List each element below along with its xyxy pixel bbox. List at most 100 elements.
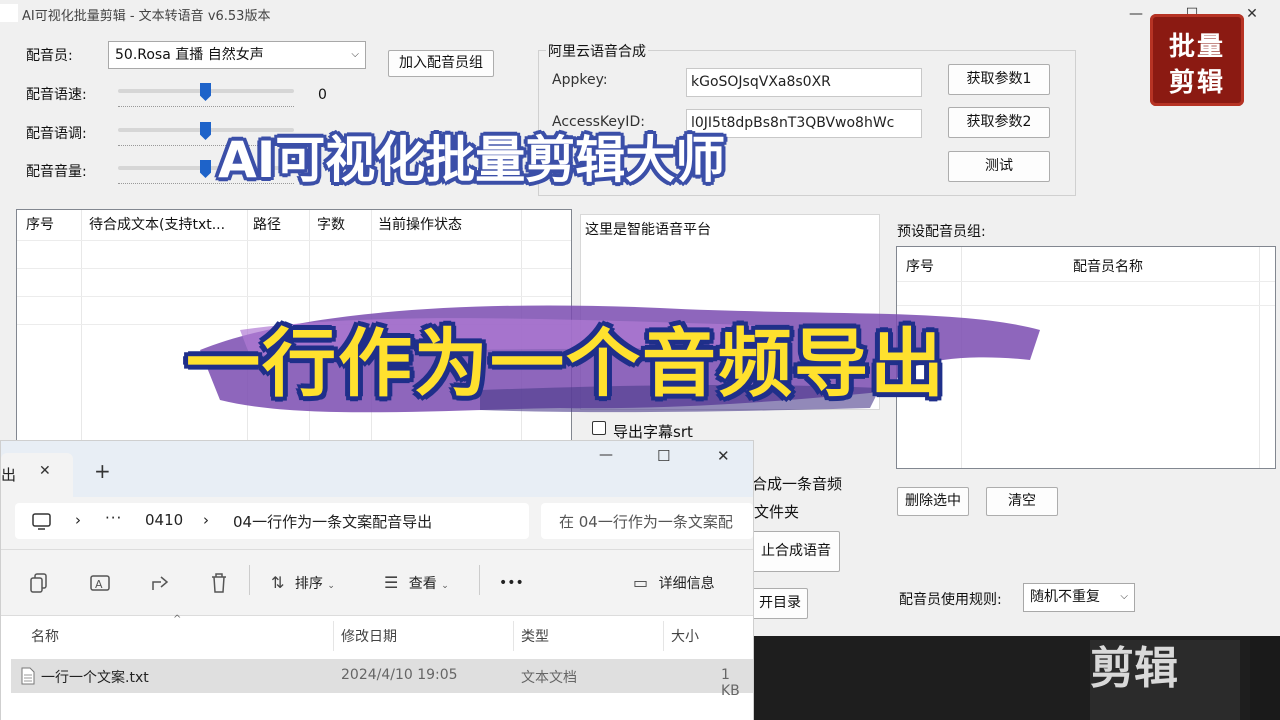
rule-label: 配音员使用规则: <box>899 592 1002 608</box>
toolbar-separator <box>479 565 480 595</box>
delete-icon[interactable] <box>209 572 229 599</box>
col-size[interactable]: 大小 <box>671 626 699 646</box>
preset-col-index[interactable]: 序号 <box>906 256 934 276</box>
get-param1-button[interactable]: 获取参数1 <box>948 64 1050 95</box>
copy-icon[interactable] <box>29 572 49 599</box>
desktop-background-panel: 剪辑 <box>1090 640 1240 720</box>
file-name: 一行一个文案.txt <box>41 670 149 686</box>
volume-label: 配音音量: <box>26 164 87 180</box>
add-voice-group-button[interactable]: 加入配音员组 <box>388 50 494 77</box>
toolbar-divider <box>1 549 753 550</box>
rename-icon[interactable]: A <box>89 572 111 599</box>
details-pane-icon: ▭ <box>633 573 649 592</box>
more-path-icon[interactable]: ··· <box>105 509 122 527</box>
pitch-slider-thumb[interactable] <box>200 122 211 140</box>
file-type: 文本文档 <box>521 670 577 686</box>
grid-line <box>17 240 571 241</box>
merge-one-label: 合成一条音频 <box>752 475 843 493</box>
toolbar-separator <box>249 565 250 595</box>
appkey-label: Appkey: <box>552 72 608 88</box>
voice-select-value: 50.Rosa 直播 自然女声 <box>115 47 264 63</box>
aliyun-group-title: 阿里云语音合成 <box>546 41 648 61</box>
breadcrumb-0410[interactable]: 0410 <box>145 511 183 529</box>
task-col-count[interactable]: 字数 <box>317 214 345 234</box>
task-col-text[interactable]: 待合成文本(支持txt... <box>89 214 225 234</box>
file-explorer-window: 出 ✕ + — ☐ ✕ › ··· 0410 › 04一行作为一条文案配音导出 … <box>0 440 754 720</box>
logo-line1: 批量 <box>1168 32 1225 62</box>
col-type[interactable]: 类型 <box>521 626 549 646</box>
col-divider[interactable] <box>513 621 514 651</box>
explorer-tab-label: 出 <box>1 466 17 484</box>
search-placeholder: 在 04一行作为一条文案配 <box>559 513 733 531</box>
window-title: AI可视化批量剪辑 - 文本转语音 v6.53版本 <box>22 9 271 24</box>
explorer-minimize-button[interactable]: — <box>599 447 613 463</box>
platform-text: 这里是智能语音平台 <box>585 222 711 238</box>
new-tab-button[interactable]: + <box>94 459 111 483</box>
overlay-title: AI可视化批量剪辑大师 <box>218 131 726 189</box>
file-row[interactable]: 一行一个文案.txt 2024/4/10 19:05 文本文档 1 KB <box>11 659 753 699</box>
background-text: 剪辑 <box>1090 643 1178 694</box>
delete-selected-button[interactable]: 删除选中 <box>897 487 969 516</box>
rule-select-value: 随机不重复 <box>1030 589 1100 605</box>
explorer-tab[interactable]: 出 ✕ <box>1 453 73 497</box>
computer-icon <box>32 513 51 530</box>
chevron-down-icon: ⌄ <box>441 581 449 591</box>
chevron-down-icon: ⌵ <box>351 49 359 60</box>
search-input[interactable]: 在 04一行作为一条文案配 <box>541 503 753 539</box>
sort-up-icon: ^ <box>173 614 182 625</box>
volume-slider-thumb[interactable] <box>200 160 211 178</box>
breadcrumb-current[interactable]: 04一行作为一条文案配音导出 <box>233 511 432 532</box>
task-col-index[interactable]: 序号 <box>26 214 54 234</box>
details-label: 详细信息 <box>658 576 715 592</box>
chevron-down-icon: ⌄ <box>327 581 335 591</box>
stop-synthesis-button[interactable]: 止合成语音 <box>740 531 840 572</box>
sort-button[interactable]: ⇅ 排序 ⌄ <box>271 573 335 593</box>
file-size: 1 KB <box>721 667 740 699</box>
sort-icon: ⇅ <box>271 573 285 592</box>
grid-line <box>81 210 82 468</box>
explorer-tab-strip <box>1 441 753 497</box>
rule-select[interactable]: 随机不重复 ⌵ <box>1023 583 1135 612</box>
col-divider[interactable] <box>663 621 664 651</box>
view-button[interactable]: ☰ 查看 ⌄ <box>384 573 449 593</box>
tab-close-icon[interactable]: ✕ <box>39 463 51 479</box>
grid-line <box>17 268 571 269</box>
appkey-input[interactable]: kGoSOJsqVXa8s0XR <box>686 68 922 97</box>
grid-line <box>897 281 1275 282</box>
speed-slider-ticks <box>118 104 294 107</box>
speed-slider-thumb[interactable] <box>200 83 211 101</box>
get-param2-button[interactable]: 获取参数2 <box>948 107 1050 138</box>
voice-label: 配音员: <box>26 48 73 64</box>
test-button[interactable]: 测试 <box>948 151 1050 182</box>
col-date[interactable]: 修改日期 <box>341 626 397 646</box>
speed-value: 0 <box>318 87 327 103</box>
preset-col-name[interactable]: 配音员名称 <box>1073 256 1143 276</box>
chevron-right-icon: › <box>75 511 81 529</box>
app-icon <box>0 4 18 22</box>
view-label: 查看 <box>408 576 437 592</box>
pitch-label: 配音语调: <box>26 126 87 142</box>
logo-line2: 剪辑 <box>1168 68 1225 98</box>
overlay-subtitle: 一行作为一个音频导出 <box>186 321 946 407</box>
voice-select[interactable]: 50.Rosa 直播 自然女声 ⌵ <box>108 41 366 69</box>
col-divider[interactable] <box>333 621 334 651</box>
sort-label: 排序 <box>294 576 323 592</box>
folder-label: 文件夹 <box>754 503 800 521</box>
explorer-close-button[interactable]: ✕ <box>717 447 730 465</box>
share-icon[interactable] <box>149 572 171 599</box>
address-bar[interactable]: › ··· 0410 › 04一行作为一条文案配音导出 <box>15 503 529 539</box>
more-options-button[interactable]: ••• <box>499 575 524 591</box>
task-col-path[interactable]: 路径 <box>253 214 281 234</box>
svg-text:A: A <box>95 578 103 591</box>
text-file-icon <box>21 667 35 685</box>
details-button[interactable]: ▭ 详细信息 <box>633 573 715 593</box>
task-col-status[interactable]: 当前操作状态 <box>378 214 462 234</box>
view-icon: ☰ <box>384 573 399 592</box>
chevron-down-icon: ⌵ <box>1120 591 1128 602</box>
speed-label: 配音语速: <box>26 87 87 103</box>
chevron-right-icon: › <box>203 511 209 529</box>
file-date: 2024/4/10 19:05 <box>341 667 458 683</box>
explorer-maximize-button[interactable]: ☐ <box>657 447 670 465</box>
col-name[interactable]: 名称 <box>31 626 59 646</box>
clear-button[interactable]: 清空 <box>986 487 1058 516</box>
